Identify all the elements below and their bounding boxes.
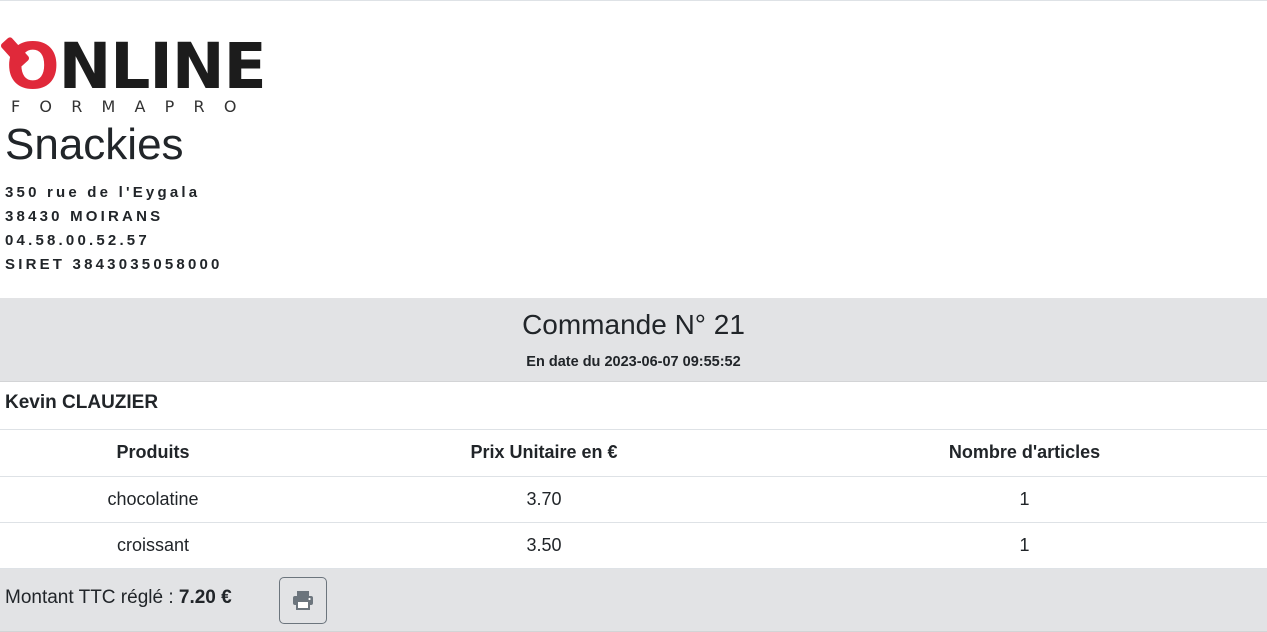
- table-row: chocolatine 3.70 1: [0, 476, 1267, 523]
- table-row: croissant 3.50 1: [0, 522, 1267, 569]
- shop-name: Snackies: [5, 120, 184, 169]
- total-amount: Montant TTC réglé : 7.20 €: [5, 587, 232, 609]
- logo-tagline: FORMAPRO: [11, 97, 256, 116]
- product-name: croissant: [0, 522, 306, 569]
- shop-address: 350 rue de l'Eygala 38430 MOIRANS 04.58.…: [5, 181, 223, 277]
- logo-wordmark: O NLINE: [0, 30, 267, 103]
- address-line-2: 38430 MOIRANS: [5, 208, 164, 225]
- online-formapro-logo: O NLINE FORMAPRO: [0, 11, 267, 116]
- print-button[interactable]: [279, 576, 327, 624]
- quantity: 1: [782, 522, 1267, 569]
- address-line-1: 350 rue de l'Eygala: [5, 184, 201, 201]
- column-header-quantity: Nombre d'articles: [782, 430, 1267, 477]
- order-date: En date du 2023-06-07 09:55:52: [526, 354, 741, 370]
- order-footer: Montant TTC réglé : 7.20 €: [0, 568, 1267, 632]
- logo-o-letter: O: [0, 35, 60, 98]
- shop-phone: 04.58.00.52.57: [5, 232, 150, 249]
- unit-price: 3.50: [306, 522, 782, 569]
- shop-siret: SIRET 3843035058000: [5, 256, 223, 273]
- order-banner: Commande N° 21 En date du 2023-06-07 09:…: [0, 298, 1267, 382]
- column-header-unit-price: Prix Unitaire en €: [306, 430, 782, 477]
- unit-price: 3.70: [306, 476, 782, 523]
- table-header-row: Produits Prix Unitaire en € Nombre d'art…: [0, 430, 1267, 477]
- product-name: chocolatine: [0, 476, 306, 523]
- column-header-products: Produits: [0, 430, 306, 477]
- print-icon: [293, 591, 313, 610]
- quantity: 1: [782, 476, 1267, 523]
- products-table: Produits Prix Unitaire en € Nombre d'art…: [0, 430, 1267, 569]
- client-name: Kevin CLAUZIER: [0, 382, 1267, 430]
- total-label: Montant TTC réglé :: [5, 586, 179, 608]
- logo-word-rest: NLINE: [58, 30, 267, 103]
- order-title: Commande N° 21: [522, 309, 745, 340]
- shop-header: O NLINE FORMAPRO Snackies 350 rue de l'E…: [0, 1, 1267, 298]
- total-value: 7.20 €: [178, 586, 232, 608]
